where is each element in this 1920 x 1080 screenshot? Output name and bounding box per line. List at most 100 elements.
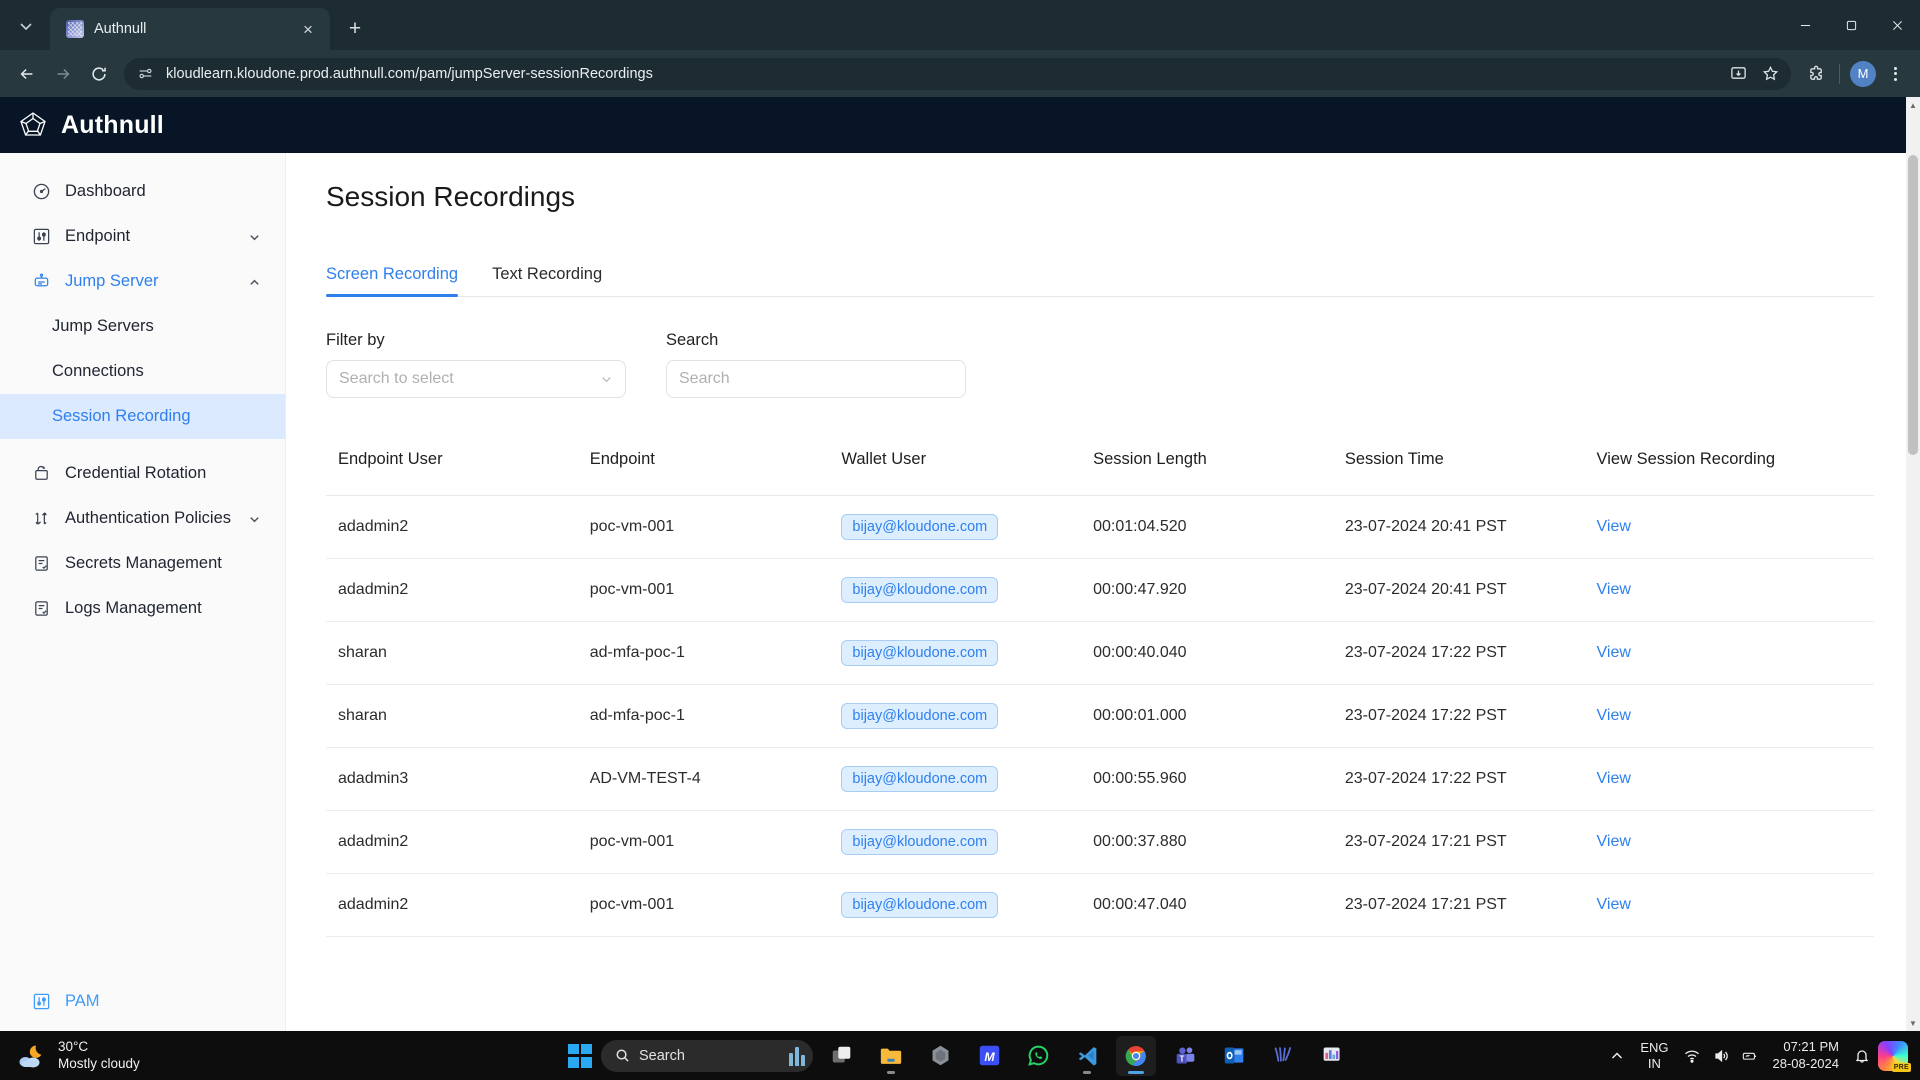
file-explorer-icon[interactable] bbox=[871, 1036, 911, 1076]
reload-icon[interactable] bbox=[82, 57, 116, 91]
forward-icon[interactable] bbox=[46, 57, 80, 91]
jumpserver-icon bbox=[32, 272, 51, 291]
profile-avatar[interactable]: M bbox=[1848, 59, 1878, 89]
skyline-icon bbox=[789, 1046, 805, 1066]
view-recording-link[interactable]: View bbox=[1597, 770, 1631, 787]
browser-tab-title: Authnull bbox=[94, 21, 147, 37]
sidebar-subitem-session-recording[interactable]: Session Recording bbox=[0, 394, 285, 439]
browser-tab[interactable]: Authnull × bbox=[50, 8, 330, 50]
page-scrollbar-thumb[interactable] bbox=[1908, 155, 1918, 455]
sidebar-subitem-connections[interactable]: Connections bbox=[0, 349, 285, 394]
sidebar-item-authentication-policies[interactable]: Authentication Policies bbox=[0, 496, 285, 541]
cell-session-time: 23-07-2024 17:22 PST bbox=[1332, 747, 1585, 811]
wallet-user-pill: bijay@kloudone.com bbox=[841, 514, 999, 540]
cell-endpoint-user: adadmin2 bbox=[326, 558, 578, 622]
tab-search-icon[interactable] bbox=[8, 8, 44, 44]
chevron-down-icon[interactable] bbox=[248, 512, 261, 525]
sidebar-item-endpoint[interactable]: Endpoint bbox=[0, 214, 285, 259]
cell-action: View bbox=[1584, 810, 1874, 874]
cell-endpoint-user: adadmin2 bbox=[326, 810, 578, 874]
notification-bell-icon[interactable] bbox=[1849, 1040, 1875, 1072]
table-row[interactable]: adadmin2 poc-vm-001 bijay@kloudone.com 0… bbox=[326, 873, 1874, 937]
chevron-down-icon[interactable] bbox=[248, 230, 261, 243]
copilot-app-icon[interactable] bbox=[920, 1036, 960, 1076]
table-header-row: Endpoint User Endpoint Wallet User Sessi… bbox=[326, 436, 1874, 496]
view-recording-link[interactable]: View bbox=[1597, 707, 1631, 724]
sidebar-item-secrets-management[interactable]: Secrets Management bbox=[0, 541, 285, 586]
wallet-user-pill: bijay@kloudone.com bbox=[841, 892, 999, 918]
wails-icon[interactable] bbox=[1263, 1036, 1303, 1076]
weather-condition: Mostly cloudy bbox=[58, 1055, 140, 1071]
filter-by-select[interactable]: Search to select bbox=[326, 360, 626, 398]
whatsapp-icon[interactable] bbox=[1018, 1036, 1058, 1076]
bookmark-star-icon[interactable] bbox=[1755, 59, 1785, 89]
start-button-icon[interactable] bbox=[568, 1043, 592, 1068]
view-recording-link[interactable]: View bbox=[1597, 644, 1631, 661]
cell-endpoint: poc-vm-001 bbox=[577, 558, 830, 622]
cell-session-length: 00:00:40.040 bbox=[1081, 621, 1333, 685]
table-row[interactable]: adadmin2 poc-vm-001 bijay@kloudone.com 0… bbox=[326, 810, 1874, 874]
scroll-up-arrow-icon[interactable]: ▲ bbox=[1906, 97, 1920, 113]
cell-action: View bbox=[1584, 684, 1874, 748]
taskbar-weather-widget[interactable]: 30°C Mostly cloudy bbox=[0, 1039, 140, 1073]
battery-icon[interactable] bbox=[1737, 1040, 1763, 1072]
copilot-tray-icon[interactable] bbox=[1878, 1040, 1911, 1072]
sidebar-footer-pam[interactable]: PAM bbox=[0, 971, 285, 1031]
chevron-up-icon[interactable] bbox=[1604, 1040, 1630, 1072]
toolbar-divider bbox=[1839, 63, 1840, 84]
back-icon[interactable] bbox=[10, 57, 44, 91]
address-bar[interactable]: kloudlearn.kloudone.prod.authnull.com/pa… bbox=[124, 57, 1791, 90]
site-settings-icon[interactable] bbox=[132, 61, 158, 87]
outlook-icon[interactable] bbox=[1214, 1036, 1254, 1076]
chevron-up-icon[interactable] bbox=[248, 275, 261, 288]
sidebar-scroll-region: Dashboard Endpoint Jump Server Jump Serv… bbox=[0, 153, 285, 971]
table-row[interactable]: adadmin2 poc-vm-001 bijay@kloudone.com 0… bbox=[326, 558, 1874, 622]
new-tab-button[interactable]: + bbox=[338, 11, 372, 45]
sidebar-item-jump-server[interactable]: Jump Server bbox=[0, 259, 285, 304]
view-recording-link[interactable]: View bbox=[1597, 581, 1631, 598]
task-view-icon[interactable] bbox=[822, 1036, 862, 1076]
sidebar-item-logs-management[interactable]: Logs Management bbox=[0, 586, 285, 631]
view-recording-link[interactable]: View bbox=[1597, 833, 1631, 850]
scroll-down-arrow-icon[interactable]: ▼ bbox=[1906, 1015, 1920, 1031]
view-recording-link[interactable]: View bbox=[1597, 896, 1631, 913]
taskbar-search-box[interactable]: Search bbox=[601, 1039, 813, 1072]
chrome-icon[interactable] bbox=[1116, 1035, 1156, 1076]
table-row[interactable]: adadmin3 AD-VM-TEST-4 bijay@kloudone.com… bbox=[326, 747, 1874, 811]
table-row[interactable]: adadmin2 poc-vm-001 bijay@kloudone.com 0… bbox=[326, 495, 1874, 559]
chrome-menu-icon[interactable] bbox=[1880, 59, 1910, 89]
table-row[interactable]: sharan ad-mfa-poc-1 bijay@kloudone.com 0… bbox=[326, 684, 1874, 748]
sidebar-item-dashboard[interactable]: Dashboard bbox=[0, 169, 285, 214]
search-input[interactable]: Search bbox=[666, 360, 966, 398]
close-tab-icon[interactable]: × bbox=[296, 17, 320, 41]
close-window-icon[interactable] bbox=[1874, 0, 1920, 50]
volume-icon[interactable] bbox=[1708, 1040, 1734, 1072]
tab-screen-recording[interactable]: Screen Recording bbox=[326, 265, 459, 297]
sidebar-item-credential-rotation[interactable]: Credential Rotation bbox=[0, 451, 285, 496]
teams-icon[interactable]: T bbox=[1165, 1036, 1205, 1076]
sidebar-subitem-jump-servers[interactable]: Jump Servers bbox=[0, 304, 285, 349]
language-line1: ENG bbox=[1640, 1039, 1669, 1055]
view-recording-link[interactable]: View bbox=[1597, 518, 1631, 535]
table-row[interactable]: sharan ad-mfa-poc-1 bijay@kloudone.com 0… bbox=[326, 621, 1874, 685]
taskbar-clock[interactable]: 07:21 PM 28-08-2024 bbox=[1766, 1039, 1847, 1072]
page-scrollbar[interactable]: ▲ ▼ bbox=[1906, 97, 1920, 1031]
tab-text-recording[interactable]: Text Recording bbox=[492, 265, 602, 296]
screenshot-app-icon[interactable] bbox=[1312, 1036, 1352, 1076]
svg-text:T: T bbox=[1179, 1054, 1184, 1063]
cell-session-length: 00:01:04.520 bbox=[1081, 495, 1333, 559]
install-app-icon[interactable] bbox=[1723, 59, 1753, 89]
m-app-icon[interactable]: M bbox=[969, 1036, 1009, 1076]
wifi-icon[interactable] bbox=[1679, 1040, 1705, 1072]
search-placeholder: Search bbox=[679, 370, 730, 387]
url-text[interactable]: kloudlearn.kloudone.prod.authnull.com/pa… bbox=[166, 66, 1715, 82]
language-indicator[interactable]: ENG IN bbox=[1633, 1040, 1675, 1071]
column-header-view-session-recording: View Session Recording bbox=[1584, 436, 1874, 496]
vscode-icon[interactable] bbox=[1067, 1036, 1107, 1076]
cell-session-time: 23-07-2024 20:41 PST bbox=[1332, 558, 1585, 622]
minimize-icon[interactable] bbox=[1782, 0, 1828, 50]
extensions-icon[interactable] bbox=[1801, 59, 1831, 89]
cell-session-length: 00:00:47.040 bbox=[1081, 873, 1333, 937]
maximize-icon[interactable] bbox=[1828, 0, 1874, 50]
